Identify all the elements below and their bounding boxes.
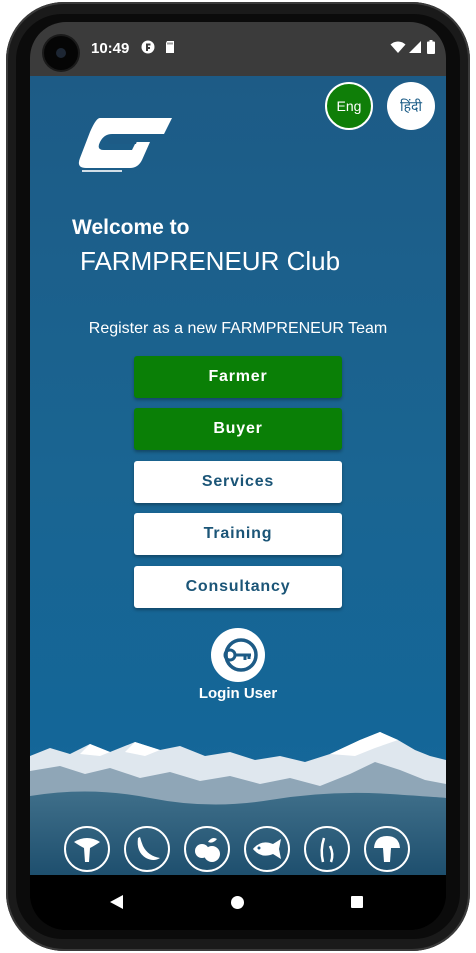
status-bar: 10:49 xyxy=(30,22,446,76)
services-button[interactable]: Services xyxy=(134,461,342,503)
buyer-button[interactable]: Buyer xyxy=(134,408,342,450)
farmer-button[interactable]: Farmer xyxy=(134,356,342,398)
fruits-icon[interactable] xyxy=(184,826,230,872)
battery-icon xyxy=(427,40,435,54)
home-icon[interactable] xyxy=(231,896,244,909)
welcome-heading: Welcome to xyxy=(72,216,190,239)
back-icon[interactable] xyxy=(110,895,124,909)
club-title: FARMPRENEUR Club xyxy=(80,246,341,276)
wifi-icon xyxy=(390,41,406,53)
status-time: 10:49 xyxy=(91,40,130,57)
sd-card-icon xyxy=(166,41,174,53)
recent-apps-icon[interactable] xyxy=(351,896,363,908)
screen: 10:49 Eng हिंदी Welcome to FARMPRENEUR C… xyxy=(30,22,446,930)
signal-icon xyxy=(409,41,421,53)
english-language-button[interactable]: Eng xyxy=(325,82,373,130)
app-screen: Eng हिंदी Welcome to FARMPRENEUR Club Re… xyxy=(30,76,446,875)
register-prompt: Register as a new FARMPRENEUR Team xyxy=(88,320,388,337)
login-user-label[interactable]: Login User xyxy=(30,685,446,702)
hindi-language-button[interactable]: हिंदी xyxy=(387,82,435,130)
fish-icon[interactable] xyxy=(244,826,290,872)
front-camera xyxy=(44,36,78,70)
mushroom-chanterelle-icon[interactable] xyxy=(64,826,110,872)
sprout-icon[interactable] xyxy=(304,826,350,872)
mushroom-icon[interactable] xyxy=(364,826,410,872)
notification-app-icon xyxy=(141,40,155,54)
farmpreneur-logo xyxy=(78,118,172,172)
training-button[interactable]: Training xyxy=(134,513,342,555)
android-navigation-bar xyxy=(30,875,446,930)
chili-icon[interactable] xyxy=(124,826,170,872)
login-key-icon[interactable] xyxy=(211,628,265,682)
consultancy-button[interactable]: Consultancy xyxy=(134,566,342,608)
